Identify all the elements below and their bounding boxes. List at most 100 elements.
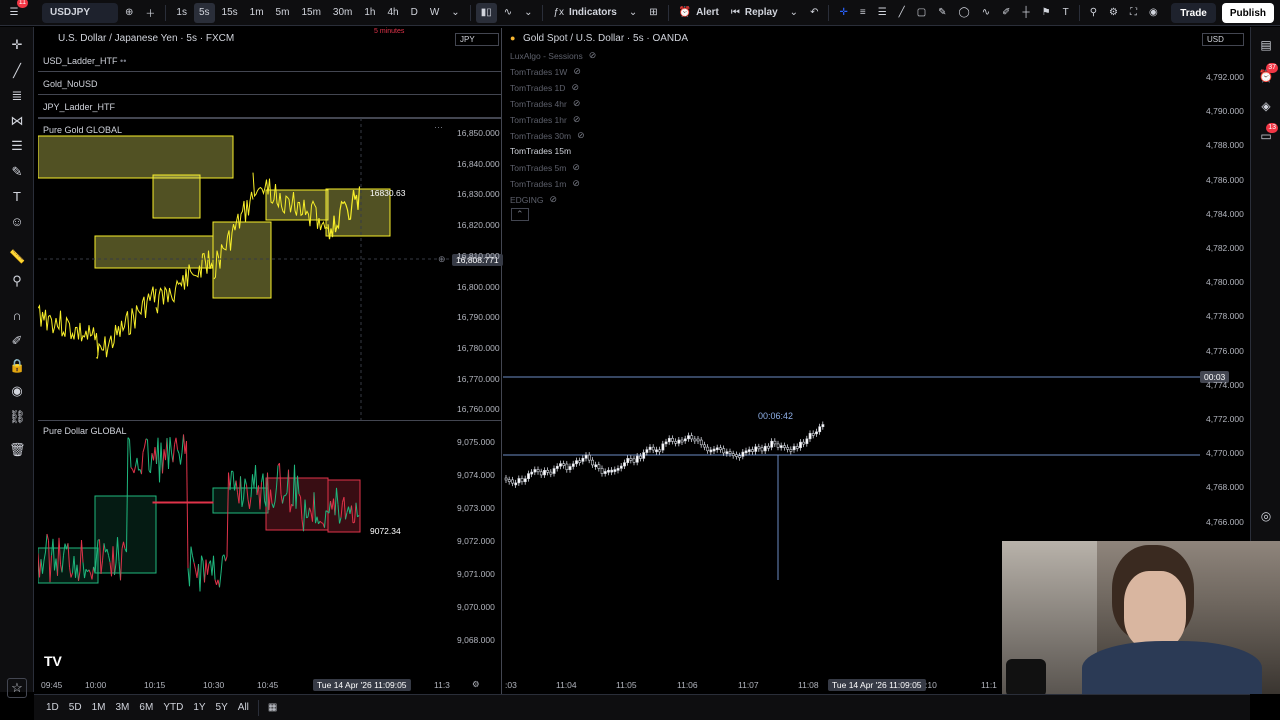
hidden-eye-icon[interactable]: ⊘: [550, 194, 558, 205]
horizontal-lines-icon[interactable]: ≣: [9, 88, 25, 104]
rectangle-icon[interactable]: ▢: [912, 3, 931, 23]
hidden-eye-icon[interactable]: ⊘: [573, 66, 581, 77]
chevron-down-icon[interactable]: ⌄: [624, 3, 642, 23]
fib-icon[interactable]: ☰: [9, 138, 25, 154]
pattern-icon[interactable]: ⋈: [9, 113, 25, 129]
interval-30m[interactable]: 30m: [328, 3, 357, 23]
interval-1s[interactable]: 1s: [171, 3, 192, 23]
magnet-icon[interactable]: ∩: [9, 308, 25, 324]
layers-icon[interactable]: ◈: [1258, 98, 1274, 114]
legend-item[interactable]: LuxAlgo - Sessions ⊘: [510, 50, 596, 61]
horizontal-line-icon[interactable]: ≡: [855, 3, 871, 23]
crosshair-icon[interactable]: ✛: [9, 37, 25, 53]
lock-drawing-icon[interactable]: ✐: [9, 333, 25, 349]
legend-item[interactable]: TomTrades 4hr ⊘: [510, 98, 580, 109]
layout-grid-icon[interactable]: ⊞: [644, 3, 662, 23]
ellipse-icon[interactable]: ◯: [954, 3, 975, 23]
symbol-search[interactable]: USDJPY: [42, 2, 118, 23]
range-1y[interactable]: 1Y: [189, 702, 209, 713]
emoji-icon[interactable]: ☺: [9, 214, 25, 230]
flag-icon[interactable]: ⚑: [1037, 3, 1056, 23]
legend-item[interactable]: TomTrades 15m: [510, 146, 571, 156]
range-6m[interactable]: 6M: [135, 702, 157, 713]
range-all[interactable]: All: [234, 702, 253, 713]
interval-15m[interactable]: 15m: [296, 3, 325, 23]
hidden-eye-icon[interactable]: ⊘: [577, 130, 585, 141]
currency-selector[interactable]: JPY: [455, 33, 499, 46]
legend-item[interactable]: TomTrades 1hr ⊘: [510, 114, 580, 125]
brush-icon[interactable]: ✎: [9, 164, 25, 180]
hidden-eye-icon[interactable]: ⊘: [573, 114, 581, 125]
fullscreen-icon[interactable]: ⛶: [1125, 3, 1142, 23]
interval-1h[interactable]: 1h: [359, 3, 380, 23]
hidden-eye-icon[interactable]: ⊘: [572, 178, 580, 189]
target-icon[interactable]: ◎: [1258, 508, 1274, 524]
range-3m[interactable]: 3M: [112, 702, 134, 713]
interval-1m[interactable]: 1m: [245, 3, 269, 23]
compare-icon[interactable]: ⊕: [120, 3, 138, 23]
undo-icon[interactable]: ↶: [805, 3, 823, 23]
publish-button[interactable]: Publish: [1221, 3, 1274, 23]
link-icon[interactable]: ⛓: [9, 409, 26, 425]
text-icon[interactable]: T: [1058, 3, 1074, 23]
interval-15s[interactable]: 15s: [217, 3, 243, 23]
hidden-eye-icon[interactable]: ⊘: [573, 98, 581, 109]
legend-item[interactable]: EDGING ⊘: [510, 194, 557, 205]
scale-settings-icon[interactable]: ⚙: [472, 679, 480, 690]
indicators-button[interactable]: ƒx Indicators: [548, 3, 621, 23]
interval-5s[interactable]: 5s: [193, 2, 215, 23]
account-icon[interactable]: ☰ 11: [4, 0, 28, 23]
eye-icon[interactable]: ◉: [9, 383, 25, 399]
interval-5m[interactable]: 5m: [271, 3, 295, 23]
crosshair-add-icon[interactable]: ⊕: [438, 254, 446, 265]
study-usd-ladder[interactable]: USD_Ladder_HTF ••: [38, 50, 502, 72]
study-gold-nousd[interactable]: Gold_NoUSD: [38, 73, 502, 95]
path-icon[interactable]: ∿: [977, 3, 995, 23]
date-range-calendar-icon[interactable]: ▦: [264, 702, 281, 713]
currency-selector[interactable]: USD: [1202, 33, 1244, 46]
chevron-down-icon[interactable]: ⌄: [519, 3, 537, 23]
range-5d[interactable]: 5D: [65, 702, 86, 713]
hidden-eye-icon[interactable]: ⊘: [589, 50, 597, 61]
watchlist-icon[interactable]: ▤: [1258, 37, 1274, 53]
zoom-icon[interactable]: ⚲: [1085, 3, 1102, 23]
study-jpy-ladder[interactable]: JPY_Ladder_HTF: [38, 96, 502, 118]
legend-item[interactable]: TomTrades 1D ⊘: [510, 82, 579, 93]
camera-icon[interactable]: ◉: [1144, 3, 1163, 23]
text-icon[interactable]: T: [9, 189, 25, 205]
range-1m[interactable]: 1M: [88, 702, 110, 713]
lock-icon[interactable]: 🔒: [9, 358, 25, 374]
add-symbol-icon[interactable]: ＋: [140, 3, 160, 23]
alert-button[interactable]: ⏰ Alert: [674, 3, 724, 23]
legend-item[interactable]: TomTrades 5m ⊘: [510, 162, 580, 173]
hidden-eye-icon[interactable]: ⊘: [571, 82, 579, 93]
ruler-icon[interactable]: 📏: [9, 249, 25, 265]
range-ytd[interactable]: YTD: [159, 702, 187, 713]
trade-button[interactable]: Trade: [1171, 3, 1216, 23]
pen-icon[interactable]: ✐: [997, 3, 1015, 23]
range-1d[interactable]: 1D: [42, 702, 63, 713]
trend-line-icon[interactable]: ╱: [9, 63, 25, 79]
trash-icon[interactable]: 🗑: [9, 442, 26, 458]
chevron-down-icon[interactable]: ⌄: [446, 3, 464, 23]
hidden-eye-icon[interactable]: ⊘: [572, 162, 580, 173]
favorites-star-icon[interactable]: ☆: [7, 678, 27, 698]
range-5y[interactable]: 5Y: [212, 702, 232, 713]
chat-icon[interactable]: ▭ 13: [1258, 123, 1278, 144]
settings-gear-icon[interactable]: ⚙: [1104, 3, 1123, 23]
measure-icon[interactable]: ┼: [1018, 3, 1035, 23]
crosshair-tool-icon[interactable]: ✛: [834, 3, 852, 23]
chevron-down-icon[interactable]: ⌄: [785, 3, 803, 23]
brush-icon[interactable]: ✎: [933, 3, 951, 23]
interval-4h[interactable]: 4h: [382, 3, 403, 23]
legend-item[interactable]: TomTrades 1m ⊘: [510, 178, 580, 189]
interval-w[interactable]: W: [425, 3, 444, 23]
candles-icon[interactable]: ▮▯: [475, 2, 497, 23]
replay-button[interactable]: ⏮ Replay: [726, 3, 783, 23]
trend-line-icon[interactable]: ╱: [894, 3, 910, 23]
legend-item[interactable]: TomTrades 30m ⊘: [510, 130, 585, 141]
line-chart-icon[interactable]: ∿: [499, 3, 517, 23]
interval-d[interactable]: D: [406, 3, 423, 23]
legend-item[interactable]: TomTrades 1W ⊘: [510, 66, 581, 77]
zoom-in-icon[interactable]: ⚲: [9, 273, 25, 289]
